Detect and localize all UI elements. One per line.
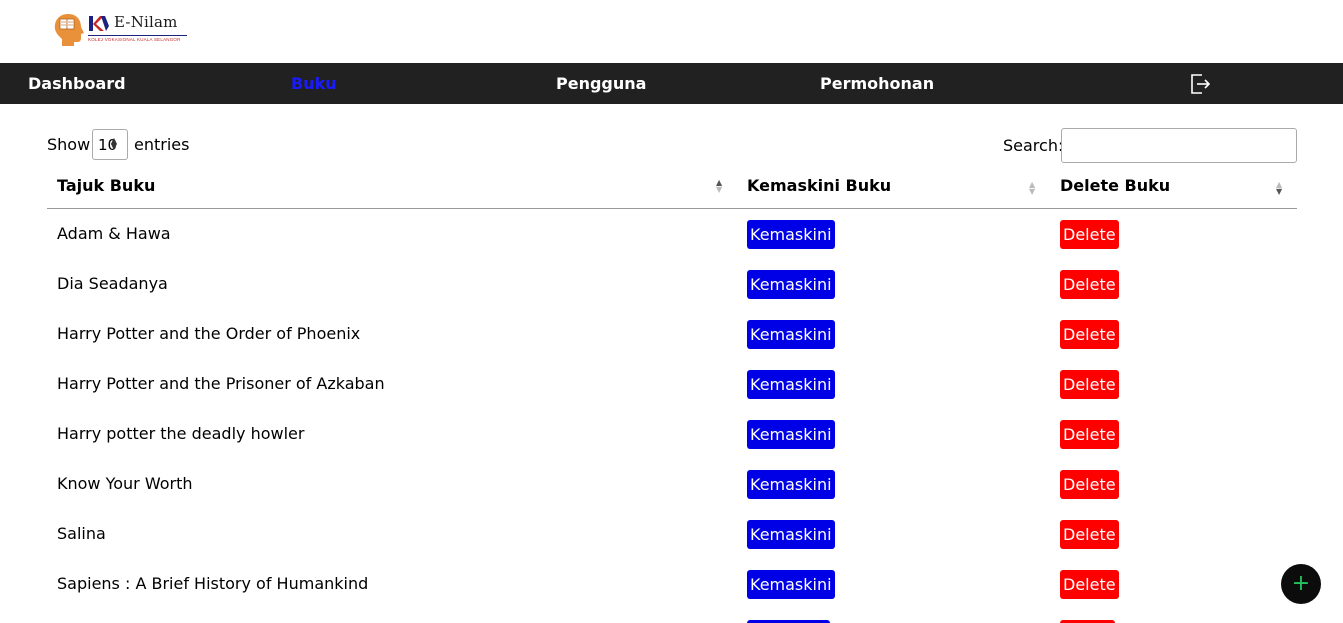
nav-item-pengguna[interactable]: Pengguna xyxy=(556,63,646,104)
table-row: Salina Kemaskini Delete xyxy=(47,509,1297,559)
book-title: Sapiens : A Brief History of Humankind xyxy=(57,574,369,593)
sort-desc-icon[interactable]: ▲ ▼ xyxy=(1276,181,1282,196)
sort-icon[interactable]: ▲ ▼ xyxy=(1029,181,1035,196)
book-title: Harry Potter and the Prisoner of Azkaban xyxy=(57,374,385,393)
table-row: Sapiens : A Brief History of Humankind Ke… xyxy=(47,559,1297,609)
nav-item-buku[interactable]: Buku xyxy=(291,63,337,104)
search-input[interactable] xyxy=(1061,128,1297,163)
delete-button[interactable]: Delete xyxy=(1060,220,1119,249)
kemaskini-button[interactable]: Kemaskini xyxy=(747,570,835,599)
kemaskini-button[interactable]: Kemaskini xyxy=(747,320,835,349)
delete-button[interactable]: Delete xyxy=(1060,470,1119,499)
entries-label: entries xyxy=(134,135,190,154)
nav-item-dashboard[interactable]: Dashboard xyxy=(28,63,126,104)
table-row: Harry Potter and the Order of Phoenix Kem… xyxy=(47,309,1297,359)
column-header-kemaskini-buku[interactable]: Kemaskini Buku xyxy=(747,176,891,195)
table-row-partial xyxy=(47,609,1297,623)
brand-underline xyxy=(88,35,187,36)
book-title: Harry potter the deadly howler xyxy=(57,424,305,443)
header: E-Nilam KOLEJ VOKASIONAL KUALA SELANGOR xyxy=(0,0,1343,63)
kemaskini-button[interactable]: Kemaskini xyxy=(747,270,835,299)
book-title: Salina xyxy=(57,524,106,543)
delete-button[interactable]: Delete xyxy=(1060,520,1119,549)
column-header-tajuk-buku[interactable]: Tajuk Buku xyxy=(57,176,155,195)
book-title: Dia Seadanya xyxy=(57,274,168,293)
table-row: Know Your Worth Kemaskini Delete xyxy=(47,459,1297,509)
kemaskini-button[interactable]: Kemaskini xyxy=(747,420,835,449)
delete-button[interactable]: Delete xyxy=(1060,420,1119,449)
column-header-delete-buku[interactable]: Delete Buku xyxy=(1060,176,1170,195)
select-arrows-icon: ▲ ▼ xyxy=(110,136,117,151)
table-row: Adam & Hawa Kemaskini Delete xyxy=(47,209,1297,259)
show-label: Show xyxy=(47,135,91,154)
book-title: Adam & Hawa xyxy=(57,224,171,243)
kemaskini-button[interactable]: Kemaskini xyxy=(747,520,835,549)
logout-icon[interactable] xyxy=(1188,72,1212,96)
book-title: Harry Potter and the Order of Phoenix xyxy=(57,324,361,343)
kemaskini-button[interactable]: Kemaskini xyxy=(747,370,835,399)
navbar: Dashboard Buku Pengguna Permohonan xyxy=(0,63,1343,104)
add-book-button[interactable]: + xyxy=(1281,564,1321,604)
delete-button[interactable]: Delete xyxy=(1060,270,1119,299)
kemaskini-button[interactable]: Kemaskini xyxy=(747,470,835,499)
book-title: Know Your Worth xyxy=(57,474,193,493)
brand-subtitle: KOLEJ VOKASIONAL KUALA SELANGOR xyxy=(88,37,181,42)
kemaskini-button[interactable]: Kemaskini xyxy=(747,220,835,249)
table-row: Harry Potter and the Prisoner of Azkaban… xyxy=(47,359,1297,409)
delete-button[interactable]: Delete xyxy=(1060,320,1119,349)
entries-select[interactable]: 10 ▲ ▼ xyxy=(92,129,128,160)
plus-icon: + xyxy=(1291,571,1311,596)
sort-asc-icon[interactable]: ▲ ▼ xyxy=(716,179,722,194)
brand-title: E-Nilam xyxy=(114,13,178,31)
table-row: Dia Seadanya Kemaskini Delete xyxy=(47,259,1297,309)
delete-button[interactable]: Delete xyxy=(1060,370,1119,399)
search-label: Search: xyxy=(1003,136,1064,155)
table-row: Harry potter the deadly howler Kemaskini D… xyxy=(47,409,1297,459)
delete-button[interactable]: Delete xyxy=(1060,570,1119,599)
nav-item-permohonan[interactable]: Permohonan xyxy=(820,63,934,104)
